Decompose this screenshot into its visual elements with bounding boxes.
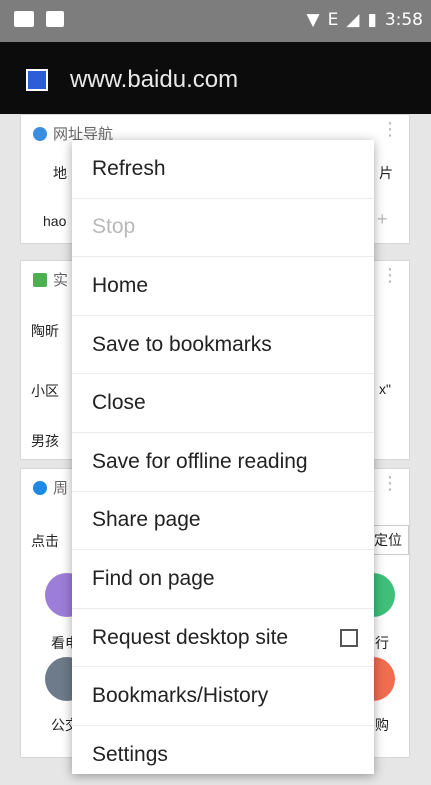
news-card-title: 实 bbox=[53, 272, 69, 289]
browser-toolbar: www.baidu.com bbox=[0, 42, 431, 114]
menu-item-label: Stop bbox=[92, 215, 136, 239]
clock: 3:58 bbox=[384, 10, 423, 30]
news-item[interactable]: 男孩 bbox=[31, 431, 59, 451]
more-vert-icon[interactable]: ⋮ bbox=[381, 474, 399, 492]
message-icon bbox=[46, 11, 64, 27]
more-vert-icon[interactable]: ⋮ bbox=[381, 266, 399, 284]
menu-item-stop: Stop bbox=[72, 199, 374, 258]
location-pin-icon bbox=[33, 480, 47, 495]
menu-item-label: Home bbox=[92, 273, 149, 297]
menu-item-bookmarks-history[interactable]: Bookmarks/History bbox=[72, 667, 374, 726]
menu-item-label: Refresh bbox=[92, 156, 166, 180]
news-item[interactable]: x" bbox=[379, 381, 391, 397]
travel-label: 行 bbox=[375, 635, 389, 651]
menu-item-label: Share page bbox=[92, 508, 201, 532]
menu-item-home[interactable]: Home bbox=[72, 257, 374, 316]
globe-icon bbox=[33, 126, 47, 141]
menu-item-label: Request desktop site bbox=[92, 625, 289, 649]
menu-item-refresh[interactable]: Refresh bbox=[72, 140, 374, 199]
menu-item-settings[interactable]: Settings bbox=[72, 726, 374, 785]
site-favicon-icon bbox=[26, 69, 48, 91]
nav-link[interactable]: 地 bbox=[53, 163, 67, 183]
menu-item-label: Close bbox=[92, 391, 146, 415]
menu-item-find-on-page[interactable]: Find on page bbox=[72, 550, 374, 609]
nav-link[interactable]: 片 bbox=[379, 163, 393, 183]
menu-item-label: Settings bbox=[92, 743, 168, 767]
network-indicator: E bbox=[327, 10, 339, 30]
news-icon bbox=[33, 272, 47, 287]
nav-link[interactable]: hao bbox=[43, 213, 66, 229]
menu-item-label: Find on page bbox=[92, 566, 215, 590]
url-bar[interactable]: www.baidu.com bbox=[70, 66, 238, 94]
shopping-label: 购 bbox=[375, 717, 389, 733]
menu-item-label: Save for offline reading bbox=[92, 449, 308, 473]
location-prompt[interactable]: 点击 bbox=[31, 531, 59, 551]
menu-item-save-offline[interactable]: Save for offline reading bbox=[72, 433, 374, 492]
news-item[interactable]: 陶昕 bbox=[31, 321, 59, 341]
menu-item-label: Bookmarks/History bbox=[92, 684, 269, 708]
signal-icon: ◢ bbox=[346, 10, 360, 30]
news-item[interactable]: 小区 bbox=[31, 381, 59, 401]
overflow-menu: Refresh Stop Home Save to bookmarks Clos… bbox=[72, 140, 374, 774]
location-card-title: 周 bbox=[53, 480, 69, 497]
menu-item-share-page[interactable]: Share page bbox=[72, 492, 374, 551]
more-vert-icon[interactable]: ⋮ bbox=[381, 120, 399, 138]
mail-icon bbox=[14, 11, 34, 27]
desktop-site-checkbox[interactable] bbox=[340, 628, 358, 647]
battery-icon: ▮ bbox=[367, 10, 377, 30]
wifi-icon: ▼ bbox=[306, 10, 320, 30]
menu-item-request-desktop-site[interactable]: Request desktop site bbox=[72, 609, 374, 668]
menu-item-save-to-bookmarks[interactable]: Save to bookmarks bbox=[72, 316, 374, 375]
plus-icon[interactable]: + bbox=[377, 209, 388, 230]
menu-item-label: Save to bookmarks bbox=[92, 332, 272, 356]
status-bar: ▼ E ◢ ▮ 3:58 bbox=[0, 0, 431, 42]
menu-item-close[interactable]: Close bbox=[72, 374, 374, 433]
